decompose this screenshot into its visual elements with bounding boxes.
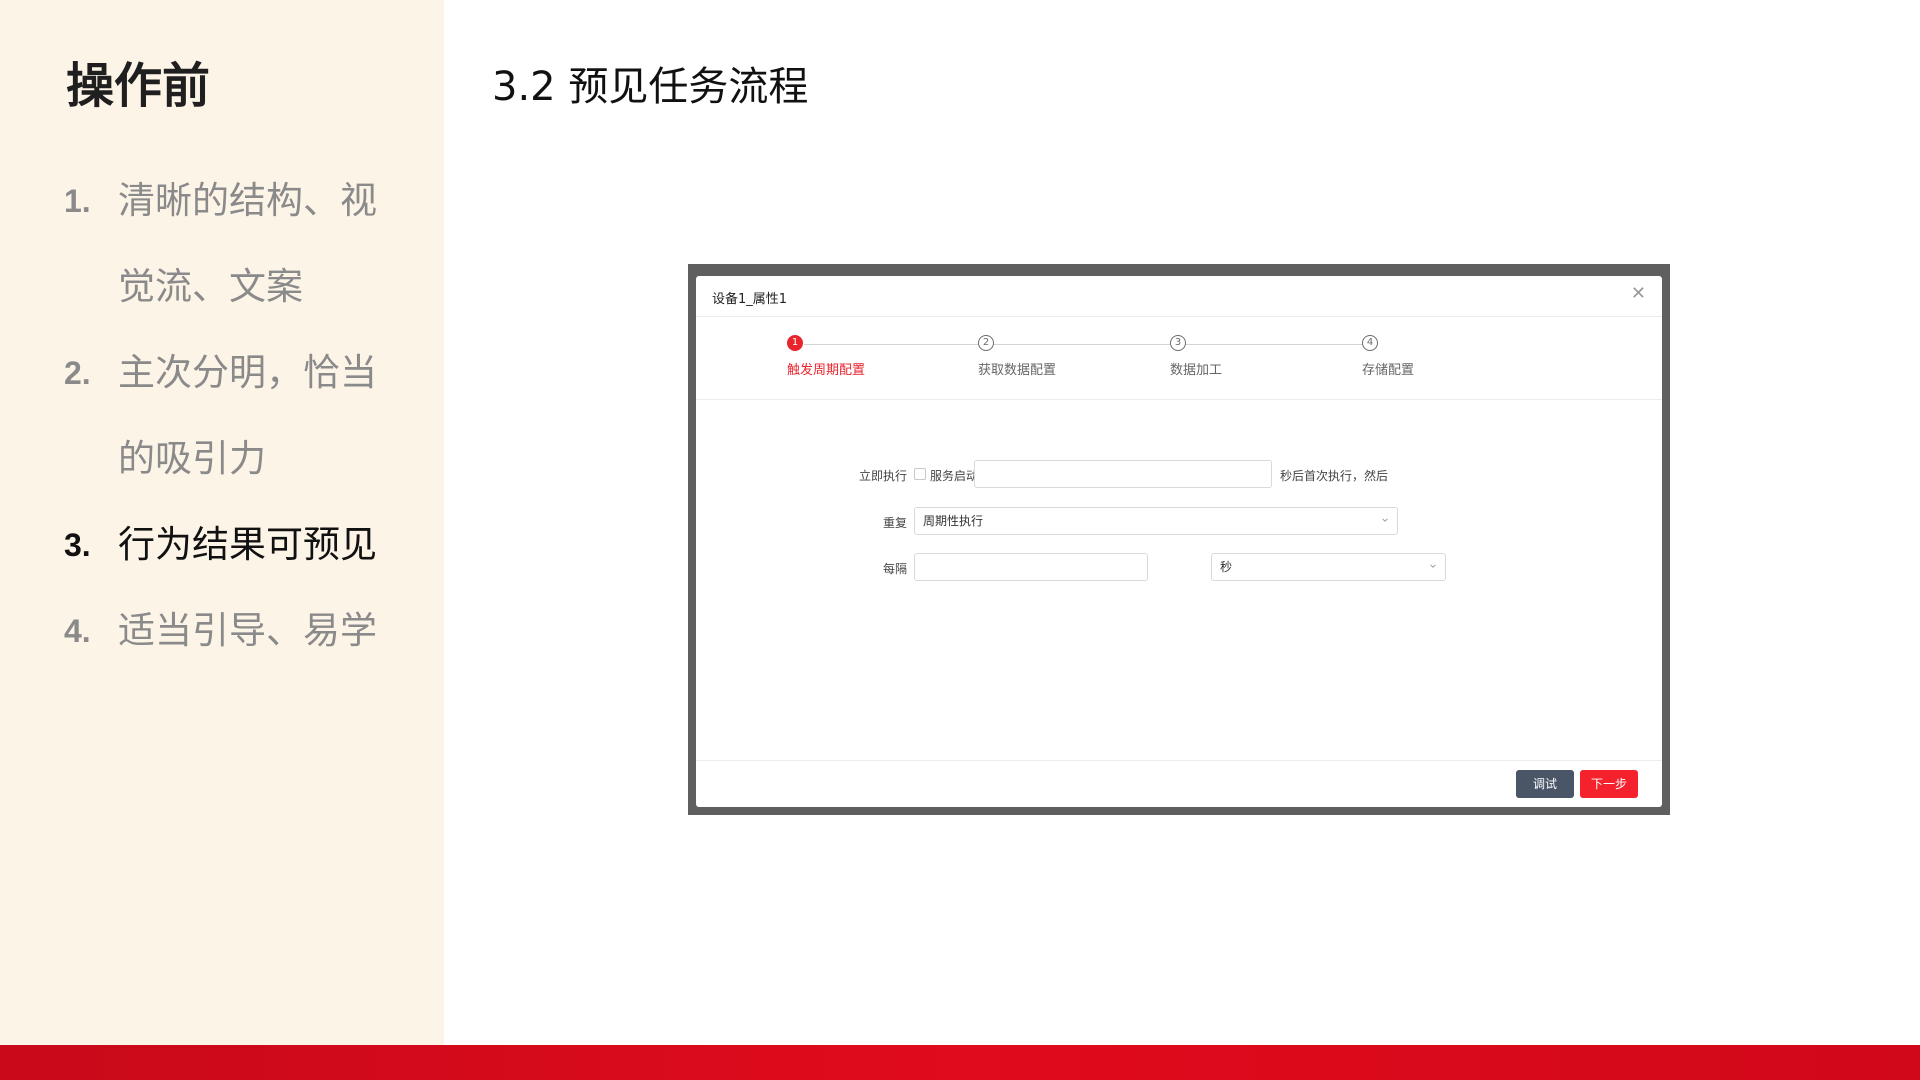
step-connector <box>1186 344 1362 345</box>
unit-select-value: 秒 <box>1220 560 1233 574</box>
page-title: 3.2 预见任务流程 <box>492 64 809 110</box>
step-label: 触发周期配置 <box>787 363 866 378</box>
service-start-label: 服务启动 <box>930 469 979 483</box>
chevron-down-icon <box>1382 518 1388 522</box>
dialog-footer: 调试 下一步 <box>696 760 1662 807</box>
outline-number: 3. <box>64 527 91 563</box>
step-number: 4 <box>1362 335 1378 351</box>
interval-input[interactable] <box>914 553 1148 581</box>
bottom-accent-bar <box>0 1045 1920 1080</box>
steps-bar: 1 触发周期配置 2 获取数据配置 3 数据加工 4 存储配置 <box>696 317 1662 400</box>
close-icon[interactable]: ✕ <box>1631 285 1646 303</box>
step-connector <box>994 344 1170 345</box>
chevron-down-icon <box>1430 564 1436 568</box>
step-number: 3 <box>1170 335 1186 351</box>
outline-number: 4. <box>64 613 91 649</box>
repeat-label: 重复 <box>882 516 907 530</box>
step-label: 存储配置 <box>1362 363 1415 378</box>
immediate-execute-label: 立即执行 <box>858 469 907 483</box>
after-delay-text: 秒后首次执行，然后 <box>1280 469 1389 483</box>
outline-item-4: 4. 适当引导、易学 <box>64 588 424 674</box>
config-dialog: 设备1_属性1 ✕ 1 触发周期配置 2 获取数据配置 3 数据加工 4 存储配… <box>696 276 1662 807</box>
repeat-select-value: 周期性执行 <box>923 514 984 528</box>
outline-item-1: 1. 清晰的结构、视觉流、文案 <box>64 158 424 330</box>
outline-item-2: 2. 主次分明，恰当的吸引力 <box>64 330 424 502</box>
outline-number: 2. <box>64 355 91 391</box>
dialog-header: 设备1_属性1 ✕ <box>696 276 1662 317</box>
step-label: 数据加工 <box>1170 363 1223 378</box>
unit-select[interactable]: 秒 <box>1211 553 1446 581</box>
dialog-title: 设备1_属性1 <box>712 292 788 307</box>
outline-number: 1. <box>64 183 91 219</box>
outline-text: 主次分明，恰当的吸引力 <box>118 351 377 480</box>
delay-seconds-input[interactable] <box>974 460 1272 488</box>
debug-button[interactable]: 调试 <box>1516 770 1574 798</box>
service-start-checkbox[interactable] <box>914 468 926 480</box>
next-step-button[interactable]: 下一步 <box>1580 770 1638 798</box>
outline-text: 清晰的结构、视觉流、文案 <box>118 179 377 308</box>
outline-text: 适当引导、易学 <box>118 609 377 652</box>
outline-item-3: 3. 行为结果可预见 <box>64 502 424 588</box>
sidebar: 操作前 1. 清晰的结构、视觉流、文案 2. 主次分明，恰当的吸引力 3. 行为… <box>0 0 444 1045</box>
step-number: 1 <box>787 335 803 351</box>
repeat-select[interactable]: 周期性执行 <box>914 507 1398 535</box>
sidebar-title: 操作前 <box>66 58 211 114</box>
step-label: 获取数据配置 <box>978 363 1057 378</box>
step-connector <box>804 344 978 345</box>
interval-label: 每隔 <box>882 562 907 576</box>
outline-text: 行为结果可预见 <box>118 523 377 566</box>
screenshot-frame: 设备1_属性1 ✕ 1 触发周期配置 2 获取数据配置 3 数据加工 4 存储配… <box>688 264 1670 815</box>
step-number: 2 <box>978 335 994 351</box>
